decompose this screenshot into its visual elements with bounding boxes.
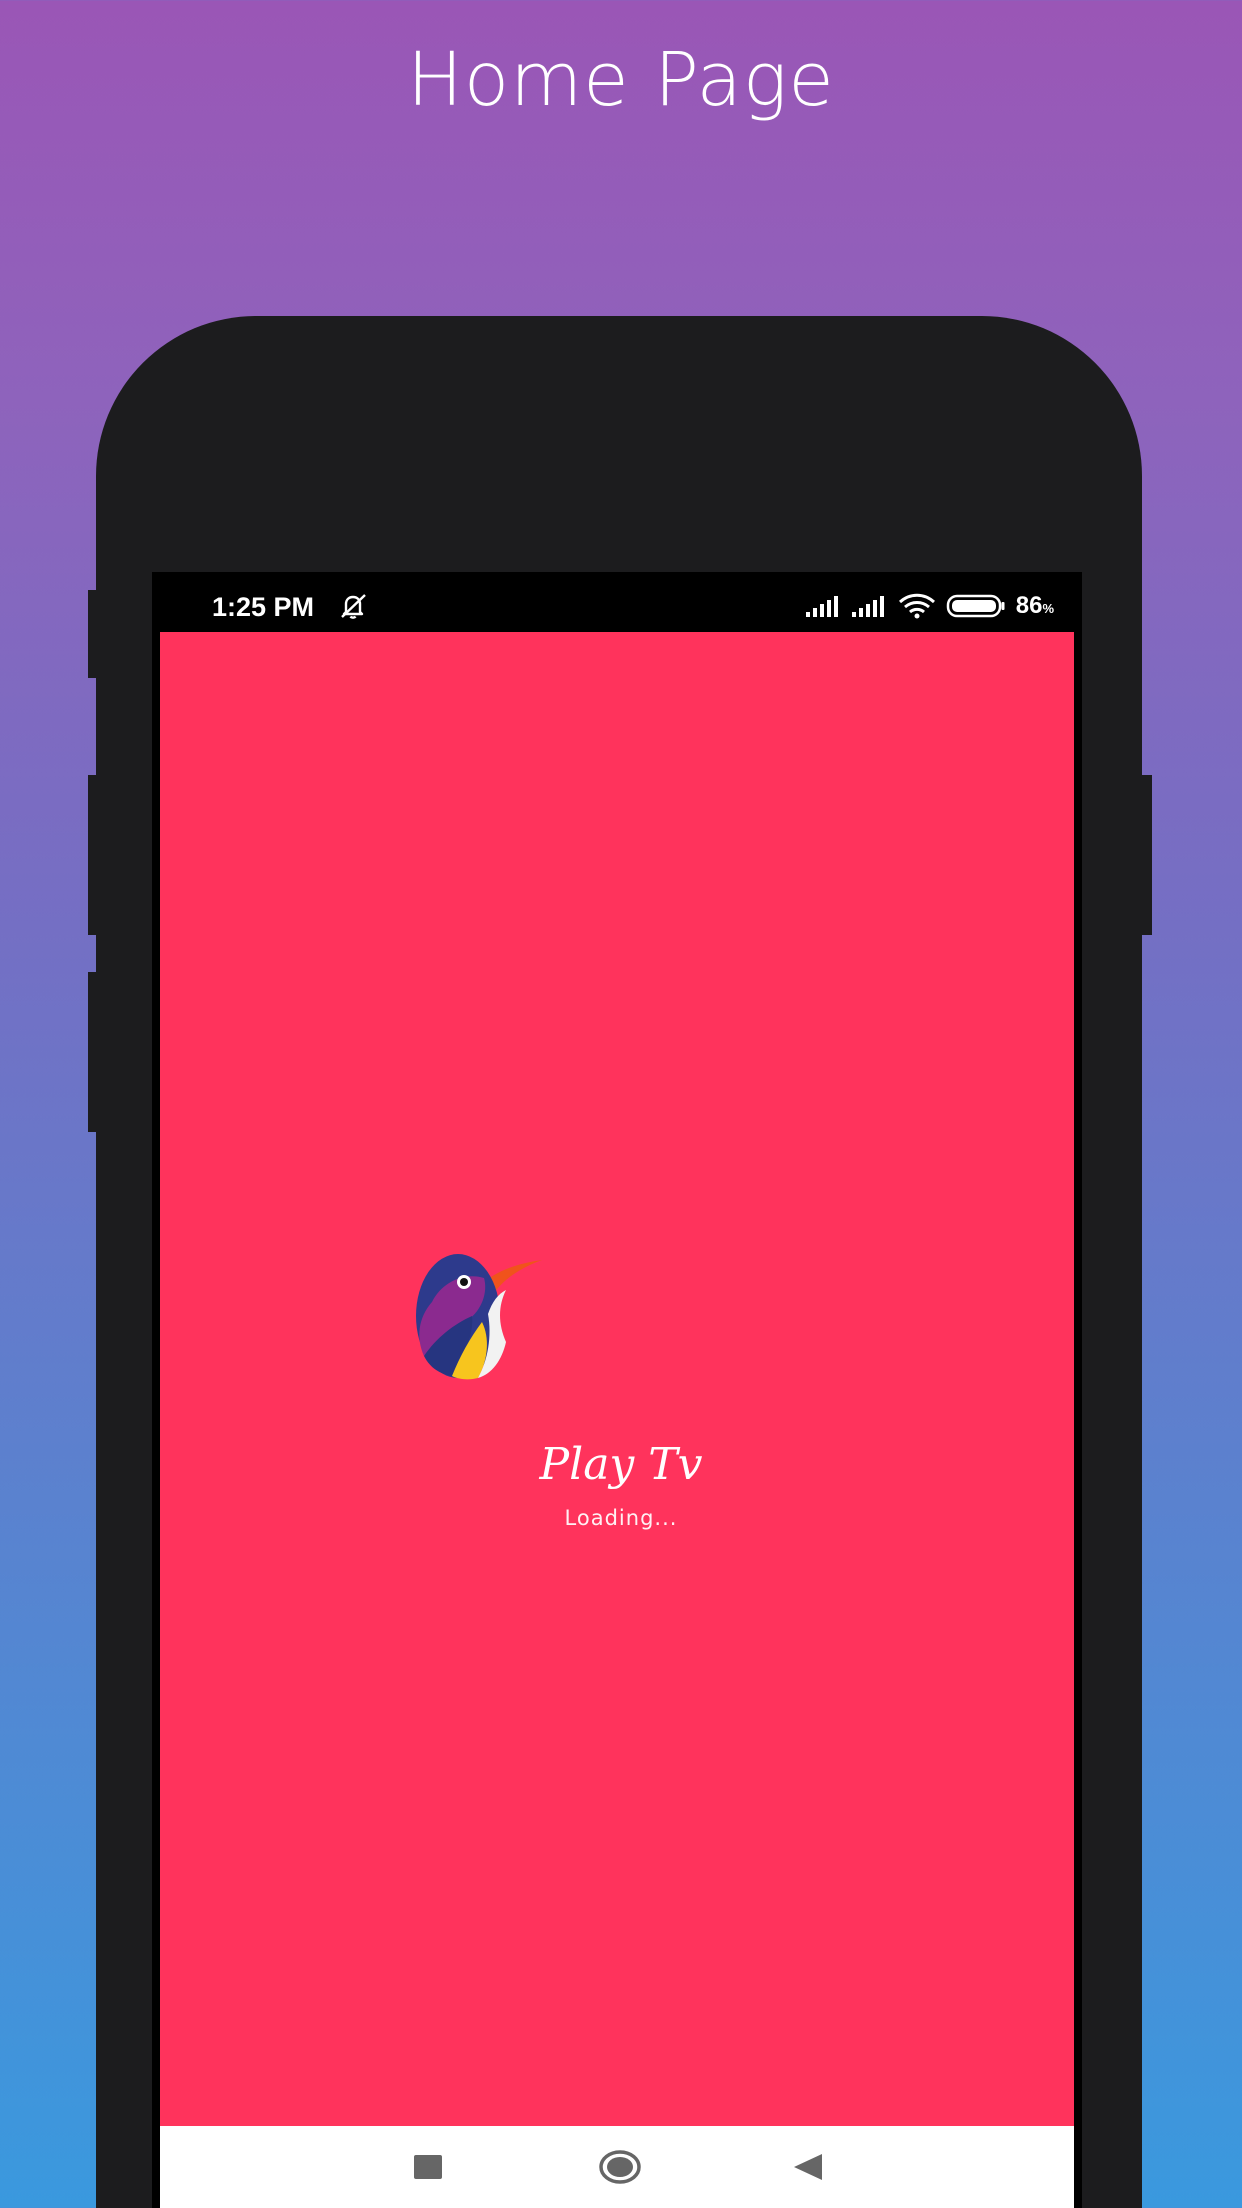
status-bar: 1:25 PM 86%	[152, 572, 1082, 632]
signal-icon	[851, 596, 884, 617]
circle-icon	[599, 2150, 641, 2184]
bell-off-icon	[341, 594, 366, 619]
triangle-back-icon	[794, 2154, 822, 2180]
status-time: 1:25 PM	[212, 592, 315, 622]
loading-text: Loading...	[564, 1506, 678, 1530]
square-icon	[414, 2155, 442, 2179]
page-title: Home Page	[407, 37, 835, 123]
hummingbird-logo-icon	[416, 1254, 542, 1380]
wifi-icon	[898, 593, 935, 619]
phone-screen: 1:25 PM 86%	[152, 572, 1082, 2208]
app-name: Play Tv	[539, 1439, 703, 1490]
navigation-bar	[160, 2126, 1074, 2208]
back-button[interactable]	[768, 2126, 848, 2208]
status-icons: 86%	[805, 590, 1054, 622]
battery-icon	[946, 594, 1005, 618]
battery-percentage: 86%	[1015, 592, 1054, 619]
recents-button[interactable]	[388, 2126, 468, 2208]
splash-screen	[160, 632, 1074, 2126]
signal-icon	[805, 596, 838, 617]
home-button[interactable]	[580, 2126, 660, 2208]
